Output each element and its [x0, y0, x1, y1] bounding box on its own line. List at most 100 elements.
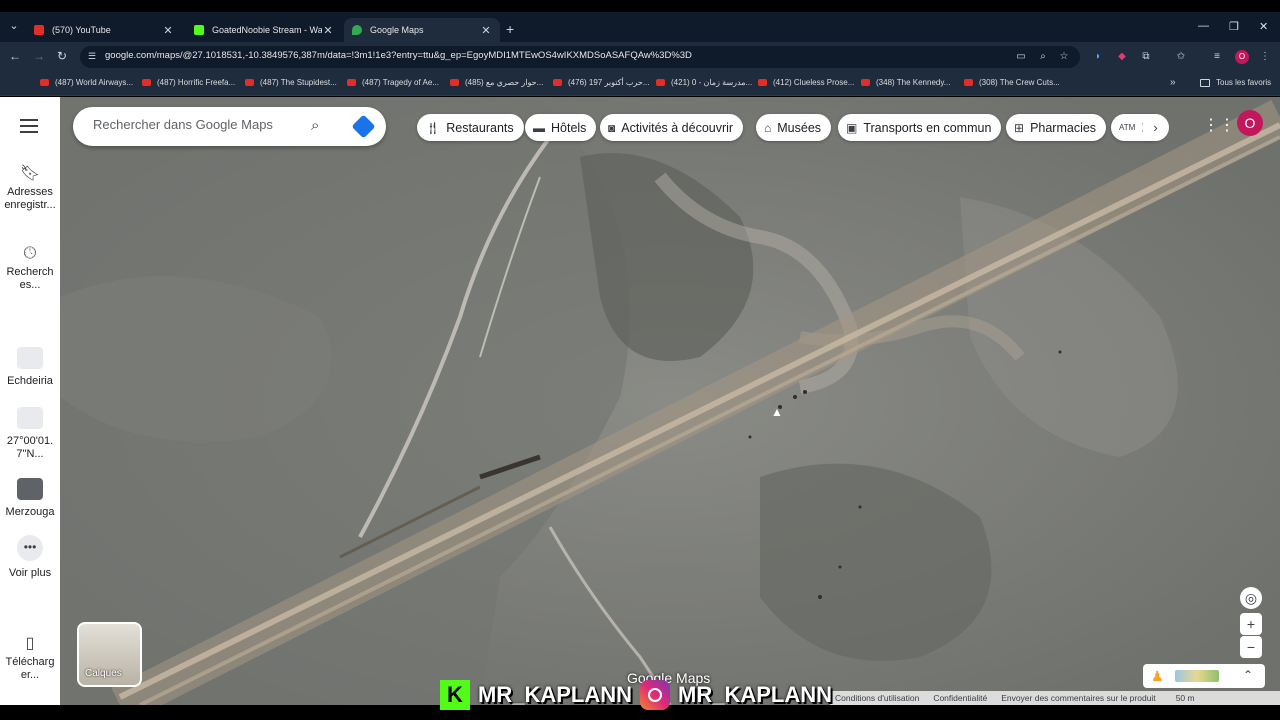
- youtube-icon: [245, 79, 254, 86]
- expand-up-icon[interactable]: ⌃: [1243, 668, 1253, 682]
- install-app-icon[interactable]: ▭: [1015, 51, 1027, 63]
- profile-avatar[interactable]: O: [1235, 50, 1249, 64]
- bookmark-item[interactable]: (487) The Stupidest...: [245, 78, 337, 87]
- minimize-icon[interactable]: —: [1198, 20, 1209, 32]
- close-tab-icon[interactable]: ✕: [480, 24, 492, 37]
- rail-label: Télécharg er...: [5, 656, 55, 681]
- chrome-menu-icon[interactable]: ⋮: [1259, 51, 1271, 63]
- phone-icon: ▯: [25, 635, 35, 652]
- kick-favicon-icon: [194, 25, 204, 35]
- youtube-icon: [450, 79, 459, 86]
- chip-label: Activités à découvrir: [621, 120, 734, 135]
- account-avatar[interactable]: O: [1237, 110, 1263, 136]
- imagery-thumbnails[interactable]: [1175, 670, 1219, 682]
- tab-google-maps[interactable]: Google Maps ✕: [344, 18, 500, 42]
- chip-museums[interactable]: ⌂ Musées: [756, 114, 832, 141]
- bed-icon: ▬: [533, 120, 545, 135]
- bookmark-item[interactable]: (308) The Crew Cuts...: [964, 78, 1060, 87]
- pegman-icon[interactable]: ♟: [1151, 668, 1164, 685]
- forward-icon[interactable]: →: [33, 49, 45, 63]
- chip-label: Pharmacies: [1030, 120, 1097, 135]
- bookmark-item[interactable]: (487) World Airways...: [40, 78, 133, 87]
- window-close-icon[interactable]: ✕: [1259, 20, 1268, 33]
- chip-label: Transports en commun: [863, 120, 992, 135]
- bookmark-item[interactable]: (421) مدرسة زمان - 0...: [656, 78, 752, 87]
- tab-search-icon[interactable]: ⌄: [6, 18, 22, 34]
- bookmark-item[interactable]: (487) Horrific Freefa...: [142, 78, 235, 87]
- scale-label[interactable]: 50 m: [1176, 693, 1195, 703]
- museum-icon: ⌂: [764, 120, 772, 135]
- bookmark-label: (476) حرب أكتوبر 197...: [568, 78, 650, 87]
- tab-title: GoatedNoobie Stream - Watch: [212, 25, 322, 35]
- menu-icon[interactable]: [20, 119, 38, 133]
- bookmark-item[interactable]: (485) حوار حصري مع...: [450, 78, 543, 87]
- feedback-link[interactable]: Envoyer des commentaires sur le produit: [1001, 693, 1156, 703]
- extensions-puzzle-icon[interactable]: ⧉: [1140, 51, 1152, 63]
- tab-title: Google Maps: [370, 25, 424, 35]
- back-icon[interactable]: ←: [9, 49, 21, 63]
- url-text: google.com/maps/@27.1018531,-10.3849576,…: [105, 50, 692, 61]
- chip-restaurants[interactable]: 🍴︎ Restaurants: [417, 114, 524, 141]
- zoom-icon[interactable]: ⌕: [1037, 51, 1049, 63]
- all-bookmarks-button[interactable]: Tous les favoris: [1200, 78, 1271, 87]
- bookmark-label: (487) Horrific Freefa...: [157, 78, 236, 87]
- recent-place-coordinates[interactable]: 27°00'01. 7"N...: [0, 407, 60, 461]
- layers-label: Calques: [85, 668, 122, 679]
- search-icon[interactable]: ⌕: [311, 117, 319, 134]
- instagram-handle: MR_KAPLANN: [678, 682, 832, 707]
- history-icon: 🕓︎: [23, 245, 37, 262]
- download-app-button[interactable]: ▯ Télécharg er...: [0, 635, 60, 682]
- my-location-icon[interactable]: ◎: [1240, 587, 1262, 609]
- chevron-right-icon[interactable]: ›: [1142, 114, 1169, 141]
- extension-icon[interactable]: ◗: [1092, 51, 1104, 63]
- bookmark-icon: 🔖︎: [19, 165, 41, 182]
- recent-place-merzouga[interactable]: Merzouga: [0, 478, 60, 519]
- tab-youtube[interactable]: (570) YouTube ✕: [26, 18, 182, 42]
- place-thumbnail: [17, 407, 43, 429]
- chip-transit[interactable]: ▣ Transports en commun: [838, 114, 1002, 141]
- terms-link[interactable]: Conditions d'utilisation: [835, 693, 919, 703]
- close-tab-icon[interactable]: ✕: [322, 24, 334, 37]
- more-dots-icon: •••: [17, 535, 43, 561]
- saved-places-button[interactable]: 🔖︎ Adresses enregistr...: [0, 165, 60, 212]
- bookmark-label: (485) حوار حصري مع...: [465, 78, 544, 87]
- zoom-out-button[interactable]: −: [1240, 636, 1262, 658]
- media-control-icon[interactable]: ≡: [1211, 51, 1223, 63]
- restore-icon[interactable]: ❐: [1229, 20, 1239, 33]
- directions-icon[interactable]: [351, 114, 376, 139]
- rail-label: 27°00'01. 7"N...: [6, 435, 54, 460]
- satellite-map[interactable]: ⌕ 🍴︎ Restaurants ▬ Hôtels ◙ Activités à déc…: [60, 97, 1280, 705]
- bookmark-item[interactable]: (348) The Kennedy...: [861, 78, 950, 87]
- reload-icon[interactable]: ↻: [57, 49, 67, 63]
- bookmark-label: (421) مدرسة زمان - 0...: [671, 78, 753, 87]
- extension-shield-icon[interactable]: ◆: [1116, 51, 1128, 63]
- close-tab-icon[interactable]: ✕: [162, 24, 174, 37]
- pharmacy-icon: ⊞: [1014, 120, 1025, 135]
- recent-place-echdeiria[interactable]: Echdeiria: [0, 347, 60, 388]
- search-input[interactable]: [93, 117, 293, 132]
- privacy-link[interactable]: Confidentialité: [933, 693, 987, 703]
- bookmark-label: (348) The Kennedy...: [876, 78, 951, 87]
- bookmark-star-icon[interactable]: ☆: [1058, 51, 1070, 63]
- favorites-icon[interactable]: ✩: [1175, 51, 1187, 63]
- chip-hotels[interactable]: ▬ Hôtels: [525, 114, 597, 141]
- youtube-icon: [553, 79, 562, 86]
- bookmark-item[interactable]: (412) Clueless Prose...: [758, 78, 854, 87]
- tab-title: (570) YouTube: [52, 25, 111, 35]
- browser-tab-strip: ⌄ (570) YouTube ✕ GoatedNoobie Stream - …: [0, 12, 1280, 42]
- chip-activities[interactable]: ◙ Activités à découvrir: [600, 114, 744, 141]
- more-button[interactable]: ••• Voir plus: [0, 535, 60, 580]
- recents-button[interactable]: 🕓︎ Recherch es...: [0, 245, 60, 292]
- maps-favicon-icon: [352, 25, 362, 35]
- new-tab-icon[interactable]: +: [506, 21, 514, 37]
- zoom-in-button[interactable]: +: [1240, 613, 1262, 635]
- chip-pharmacies[interactable]: ⊞ Pharmacies: [1006, 114, 1107, 141]
- tab-kick[interactable]: GoatedNoobie Stream - Watch ✕: [186, 18, 342, 42]
- chip-label: Restaurants: [446, 120, 514, 135]
- address-bar[interactable]: ☰ google.com/maps/@27.1018531,-10.384957…: [80, 46, 1080, 68]
- bookmark-item[interactable]: (487) Tragedy of Ae...: [347, 78, 439, 87]
- more-bookmarks-icon[interactable]: »: [1170, 77, 1176, 88]
- bookmark-item[interactable]: (476) حرب أكتوبر 197...: [553, 78, 650, 87]
- site-info-icon[interactable]: ☰: [88, 51, 98, 61]
- layers-button[interactable]: Calques: [77, 622, 142, 687]
